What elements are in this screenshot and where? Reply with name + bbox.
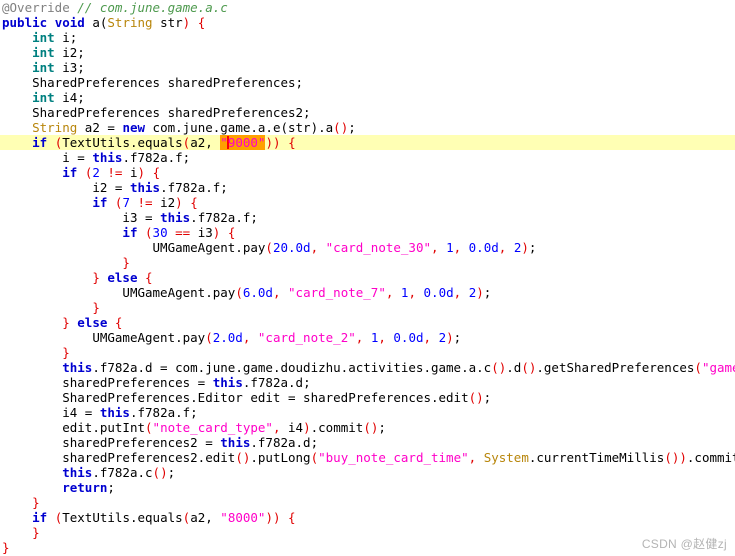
code-line[interactable]: int i2; [0,45,735,60]
code-line-highlighted[interactable]: if (TextUtils.equals(a2, "9000")) { [0,135,735,150]
code-line[interactable]: if (TextUtils.equals(a2, "8000")) { [0,510,735,525]
code-line[interactable]: i3 = this.f782a.f; [0,210,735,225]
code-line[interactable]: return; [0,480,735,495]
code-line[interactable]: sharedPreferences2.edit().putLong("buy_n… [0,450,735,465]
annotation-token: @Override [2,0,70,15]
code-line[interactable]: } [0,300,735,315]
code-lines-container[interactable]: @Override // com.june.game.a.c public vo… [0,0,735,555]
code-line[interactable]: SharedPreferences sharedPreferences; [0,75,735,90]
code-line[interactable]: @Override // com.june.game.a.c [0,0,735,15]
comment-token: // com.june.game.a.c [77,0,228,15]
csdn-watermark: CSDN @赵健zj [641,537,727,551]
code-line[interactable]: if (2 != i) { [0,165,735,180]
code-line[interactable]: int i3; [0,60,735,75]
code-line[interactable]: } else { [0,270,735,285]
code-line[interactable]: if (30 == i3) { [0,225,735,240]
code-line[interactable]: } [0,255,735,270]
code-line[interactable]: this.f782a.d = com.june.game.doudizhu.ac… [0,360,735,375]
code-line[interactable]: UMGameAgent.pay(20.0d, "card_note_30", 1… [0,240,735,255]
code-line[interactable]: this.f782a.c(); [0,465,735,480]
code-line[interactable]: } [0,345,735,360]
text-caret [226,136,229,149]
code-line[interactable]: } [0,540,735,555]
code-line[interactable]: sharedPreferences = this.f782a.d; [0,375,735,390]
code-line[interactable]: i = this.f782a.f; [0,150,735,165]
code-line[interactable]: SharedPreferences.Editor edit = sharedPr… [0,390,735,405]
code-line[interactable]: int i; [0,30,735,45]
code-line[interactable]: edit.putInt("note_card_type", i4).commit… [0,420,735,435]
code-line[interactable]: UMGameAgent.pay(6.0d, "card_note_7", 1, … [0,285,735,300]
code-line[interactable]: UMGameAgent.pay(2.0d, "card_note_2", 1, … [0,330,735,345]
code-line[interactable]: i2 = this.f782a.f; [0,180,735,195]
code-line[interactable]: } [0,495,735,510]
code-line[interactable]: SharedPreferences sharedPreferences2; [0,105,735,120]
code-line[interactable]: } [0,525,735,540]
code-viewer[interactable]: @Override // com.june.game.a.c public vo… [0,0,735,556]
code-line[interactable]: String a2 = new com.june.game.a.e(str).a… [0,120,735,135]
selected-string-token[interactable]: "9000" [220,135,266,150]
code-line[interactable]: i4 = this.f782a.f; [0,405,735,420]
code-line[interactable]: } else { [0,315,735,330]
code-line[interactable]: public void a(String str) { [0,15,735,30]
code-line[interactable]: int i4; [0,90,735,105]
code-line[interactable]: sharedPreferences2 = this.f782a.d; [0,435,735,450]
code-line[interactable]: if (7 != i2) { [0,195,735,210]
